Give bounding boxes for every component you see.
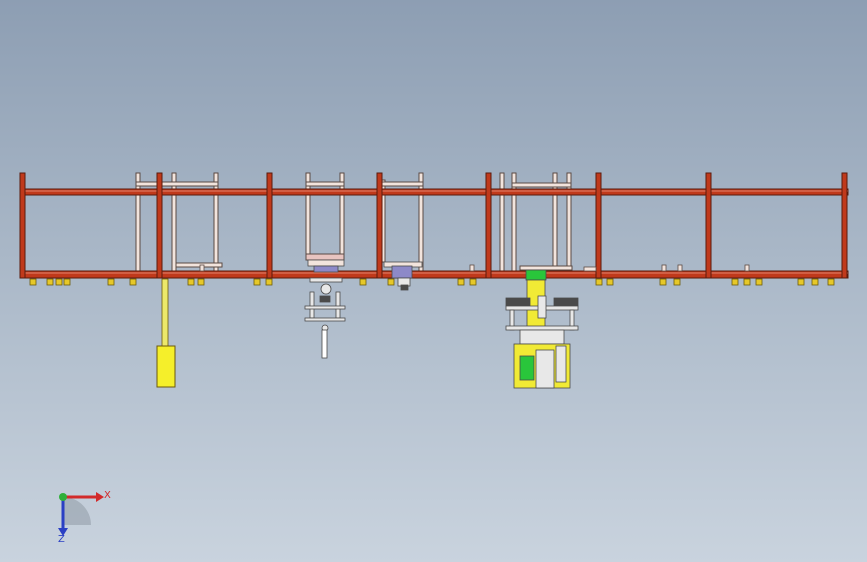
upper-beam — [19, 188, 849, 196]
rack-1 — [135, 172, 223, 273]
left-lift-cylinder — [156, 278, 176, 388]
y-axis-dot — [59, 493, 67, 501]
foot-pads — [29, 278, 835, 286]
coordinate-triad: X Z — [58, 490, 111, 545]
fixture-assembly — [505, 269, 579, 389]
cad-viewport[interactable]: X Z — [0, 0, 867, 562]
z-axis-label: Z — [58, 534, 65, 545]
rack-4 — [499, 172, 573, 273]
x-axis-label: X — [104, 490, 111, 501]
lower-beam — [19, 270, 849, 279]
beam-studs — [199, 264, 750, 272]
upright-racks — [135, 172, 573, 273]
rack-2 — [305, 172, 345, 261]
rack-3 — [380, 172, 424, 273]
main-frame — [19, 172, 849, 279]
